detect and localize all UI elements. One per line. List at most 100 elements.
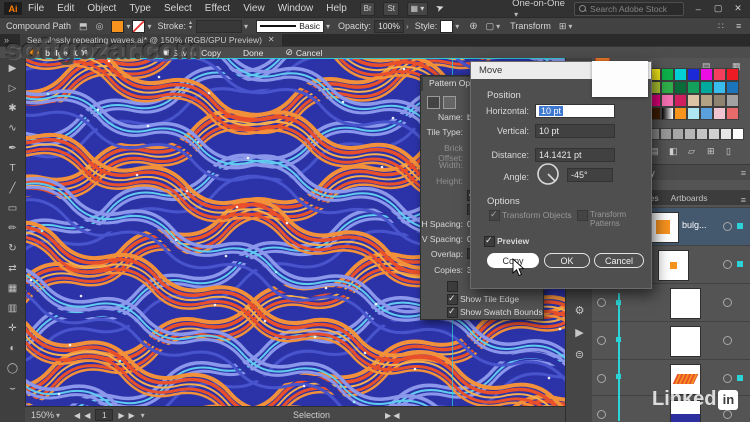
transform-objects-checkbox[interactable] — [489, 209, 500, 221]
angle-dial[interactable] — [535, 161, 561, 187]
swatch-2-3[interactable] — [687, 94, 700, 107]
zoom-level[interactable]: 150% — [31, 410, 54, 420]
swatch-1-1[interactable] — [661, 81, 674, 94]
status-drag-icon[interactable]: ▶ ◀ — [385, 411, 400, 420]
gray-swatch-4[interactable] — [696, 128, 708, 140]
delete-swatch-icon[interactable]: ▯ — [726, 146, 731, 157]
vertical-field[interactable]: 10 pt — [535, 124, 615, 138]
layer-target-icon[interactable] — [723, 374, 732, 383]
tab-artboards[interactable]: Artboards — [665, 191, 714, 205]
swatch-2-2[interactable] — [674, 94, 687, 107]
swatch-0-6[interactable] — [726, 68, 739, 81]
dock-links-icon[interactable]: ⊜ — [566, 344, 593, 364]
first-artboard-icon[interactable]: ◀ — [74, 411, 80, 420]
layer-eye-icon[interactable] — [597, 410, 606, 419]
align-icon[interactable]: ⊞ — [559, 21, 567, 32]
document-setup-globe-icon[interactable]: ⊕ — [469, 21, 477, 32]
stock-button[interactable]: St — [383, 1, 400, 16]
ok-button[interactable]: OK — [544, 253, 590, 268]
gray-swatch-3[interactable] — [684, 128, 696, 140]
share-icon[interactable]: ➤ — [434, 2, 446, 15]
align-chevron-icon[interactable]: ▾ — [568, 22, 572, 31]
swatch-3-2[interactable] — [674, 107, 687, 120]
gray-swatch-2[interactable] — [672, 128, 684, 140]
swatch-2-5[interactable] — [713, 94, 726, 107]
line-tool[interactable]: ╱ — [0, 178, 25, 198]
document-close-icon[interactable]: ✕ — [268, 35, 275, 44]
gray-swatch-5[interactable] — [708, 128, 720, 140]
pattern-cancel-button[interactable]: ⊘ Cancel — [285, 47, 322, 58]
swatch-1-4[interactable] — [700, 81, 713, 94]
layer-thumbnail[interactable] — [648, 212, 679, 243]
mesh-tool[interactable]: ▦ — [0, 278, 25, 298]
magic-wand-tool[interactable]: ✱ — [0, 98, 25, 118]
bridge-button[interactable]: Br — [359, 1, 376, 16]
brush-chevron-icon[interactable]: ▾ — [326, 22, 330, 31]
pencil-tool[interactable]: ✏ — [0, 218, 25, 238]
new-folder-icon[interactable]: ▱ — [688, 146, 695, 157]
gray-swatch-1[interactable] — [660, 128, 672, 140]
prev-artboard-icon[interactable]: ◀ — [84, 411, 90, 420]
target-icon[interactable]: ◎ — [96, 21, 104, 32]
menu-item-help[interactable]: Help — [326, 3, 347, 14]
swatch-0-4[interactable] — [700, 68, 713, 81]
swatch-0-1[interactable] — [661, 68, 674, 81]
swatch-3-1[interactable] — [661, 107, 674, 120]
menu-item-effect[interactable]: Effect — [205, 3, 230, 14]
search-input[interactable]: Search Adobe Stock — [574, 1, 685, 16]
fill-chevron-icon[interactable]: ▾ — [126, 22, 130, 31]
scale-tool[interactable]: ⇄ — [0, 258, 25, 278]
transparency-menu-icon[interactable]: ≡ — [737, 168, 750, 178]
stroke-weight-chevron-icon[interactable]: ▾ — [244, 22, 248, 31]
eyedropper-tool[interactable]: ✛ — [0, 318, 25, 338]
preferences-chevron-icon[interactable]: ▾ — [496, 22, 500, 31]
stroke-weight-dropdown[interactable] — [195, 19, 242, 33]
swatch-3-6[interactable] — [726, 107, 739, 120]
rectangle-tool[interactable]: ▭ — [0, 198, 25, 218]
brush-dropdown[interactable]: Basic — [256, 19, 324, 33]
swatch-3-4[interactable] — [700, 107, 713, 120]
swatch-3-5[interactable] — [713, 107, 726, 120]
menu-item-file[interactable]: File — [28, 3, 44, 14]
style-swatch[interactable] — [440, 19, 454, 33]
layer-thumbnail[interactable] — [670, 288, 701, 319]
menu-item-type[interactable]: Type — [129, 3, 151, 14]
anchor-convert-icon[interactable]: ⬒ — [79, 21, 88, 32]
cancel-button[interactable]: Cancel — [594, 253, 644, 268]
dock-gear-icon[interactable]: ⚙ — [566, 300, 593, 320]
artboard-nav-chevron-icon[interactable]: ▾ — [141, 411, 145, 420]
menu-item-edit[interactable]: Edit — [57, 3, 74, 14]
layer-target-icon[interactable] — [723, 336, 732, 345]
pattern-tile-tool-icon-2[interactable] — [443, 96, 456, 109]
swatch-1-2[interactable] — [674, 81, 687, 94]
swatch-2-6[interactable] — [726, 94, 739, 107]
opacity-value[interactable]: 100% — [374, 19, 405, 33]
hand-tool[interactable]: ⌣ — [0, 378, 25, 398]
layer-target-icon[interactable] — [723, 260, 732, 269]
angle-field[interactable]: -45° — [567, 168, 613, 182]
layer-target-icon[interactable] — [723, 222, 732, 231]
zoom-chevron-icon[interactable]: ▾ — [56, 411, 60, 420]
swatch-2-1[interactable] — [661, 94, 674, 107]
layer-target-icon[interactable] — [723, 298, 732, 307]
preview-checkbox[interactable] — [484, 235, 495, 247]
stroke-chevron-icon[interactable]: ▾ — [147, 22, 151, 31]
layers-menu-icon[interactable]: ≡ — [737, 195, 750, 205]
swatch-0-3[interactable] — [687, 68, 700, 81]
stroke-stepper[interactable]: ▴ ▾ — [189, 20, 192, 31]
swatch-2-4[interactable] — [700, 94, 713, 107]
opacity-chevron-icon[interactable]: › — [406, 22, 409, 31]
artboard-number-field[interactable]: 1 — [95, 409, 114, 421]
restore-button[interactable]: ▢ — [712, 3, 724, 14]
new-swatch-icon[interactable]: ⊞ — [707, 146, 715, 157]
transform-link[interactable]: Transform — [510, 21, 551, 31]
type-tool[interactable]: T — [0, 158, 25, 178]
layer-thumbnail[interactable] — [658, 250, 689, 281]
control-menu-icon[interactable]: ≡ — [736, 21, 741, 31]
swatch-0-5[interactable] — [713, 68, 726, 81]
horizontal-field[interactable]: 10 pt — [535, 104, 615, 118]
style-chevron-icon[interactable]: ▾ — [455, 22, 459, 31]
layer-eye-icon[interactable] — [597, 336, 606, 345]
swatch-1-5[interactable] — [713, 81, 726, 94]
last-artboard-icon[interactable]: ▶ — [129, 411, 135, 420]
